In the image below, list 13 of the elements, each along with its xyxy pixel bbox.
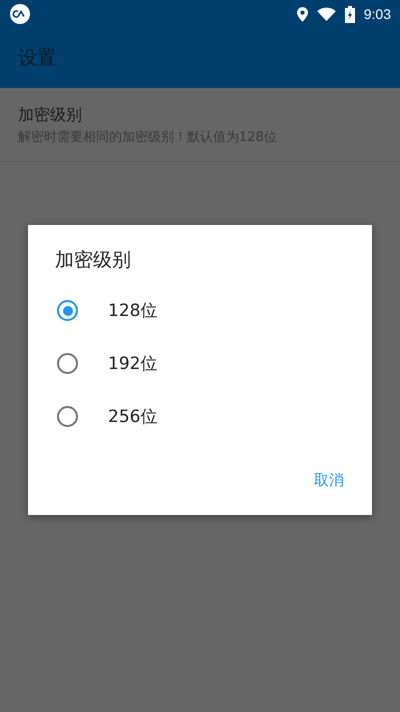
option-label[interactable]: 192位: [108, 352, 158, 375]
battery-icon: [344, 6, 355, 22]
radio-button[interactable]: [57, 353, 78, 374]
radio-button[interactable]: [57, 300, 78, 321]
location-icon: [296, 6, 308, 22]
dialog-title: 加密级别: [55, 248, 132, 273]
wifi-icon: [316, 7, 336, 21]
clock-time: 9:03: [364, 6, 391, 22]
radio-button[interactable]: [57, 406, 78, 427]
toolbar-title: 设置: [18, 46, 56, 71]
option-label[interactable]: 256位: [108, 405, 158, 428]
option-label[interactable]: 128位: [108, 299, 158, 322]
app-logo-icon: [10, 4, 30, 24]
